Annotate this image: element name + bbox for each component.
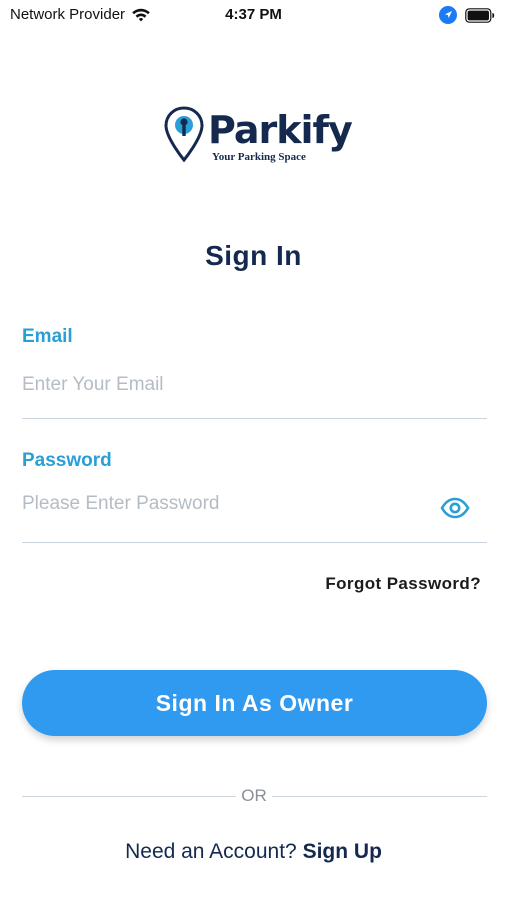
- password-field[interactable]: [22, 489, 422, 519]
- signup-prompt: Need an Account? Sign Up: [0, 840, 507, 864]
- status-bar: Network Provider 4:37 PM: [0, 0, 507, 32]
- password-underline: [22, 542, 487, 543]
- page-title: Sign In: [205, 240, 302, 271]
- logo-wordmark: Parkify: [208, 108, 353, 152]
- email-label: Email: [22, 326, 73, 347]
- password-label: Password: [22, 450, 112, 471]
- signup-prompt-text: Need an Account?: [125, 840, 297, 863]
- app-logo: Parkify Your Parking Space: [164, 106, 353, 166]
- forgot-password-link[interactable]: Forgot Password?: [325, 574, 481, 594]
- email-field[interactable]: [22, 370, 432, 400]
- email-underline: [22, 418, 487, 419]
- eye-icon[interactable]: [440, 496, 470, 520]
- sign-in-as-owner-button[interactable]: Sign In As Owner: [22, 670, 487, 736]
- battery-icon: [465, 7, 495, 23]
- location-arrow-icon: [439, 6, 457, 24]
- divider-right: [272, 796, 487, 797]
- divider-left: [22, 796, 236, 797]
- status-right-icons: [439, 6, 495, 24]
- location-pin-icon: [164, 106, 204, 162]
- logo-tagline: Your Parking Space: [212, 151, 306, 163]
- status-time: 4:37 PM: [225, 6, 282, 23]
- sign-up-link[interactable]: Sign Up: [303, 840, 382, 863]
- divider-or-text: OR: [241, 786, 267, 805]
